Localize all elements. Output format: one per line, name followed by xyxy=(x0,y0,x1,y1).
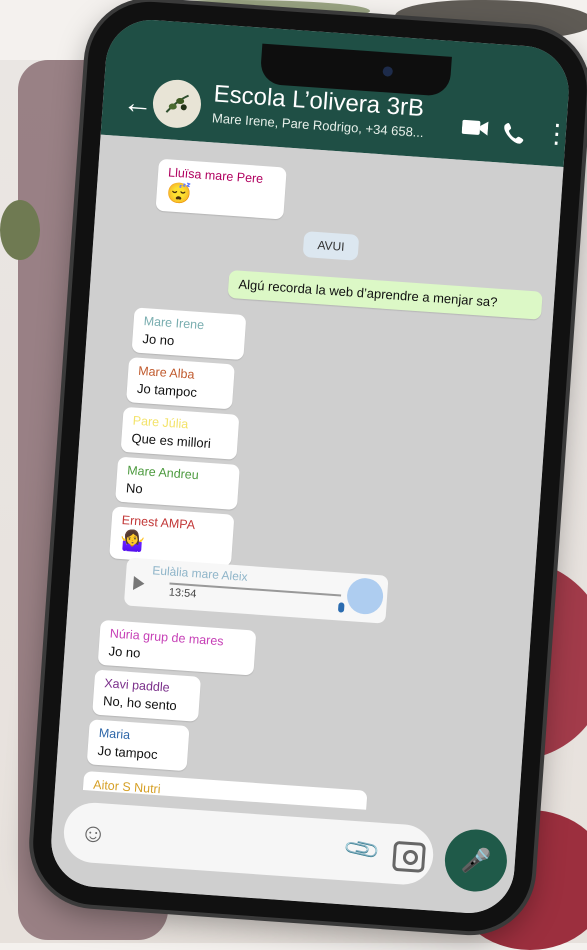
message-bubble: Pare Júlia Que es millori xyxy=(120,406,240,460)
microphone-icon[interactable]: 🎤 xyxy=(442,827,510,894)
play-icon[interactable] xyxy=(132,575,145,591)
voice-sender: Eulàlia mare Aleix xyxy=(151,563,249,584)
message-sender: Maria xyxy=(98,725,131,743)
camera-icon[interactable] xyxy=(392,840,427,873)
avatar xyxy=(345,576,385,616)
message-bubble: Xavi paddle No, ho sento xyxy=(92,669,202,722)
message-bubble: Núria grup de mares Jo no xyxy=(97,619,257,676)
message-text: Jo tampoc xyxy=(136,380,198,400)
video-camera-icon[interactable] xyxy=(461,118,489,143)
paperclip-icon[interactable]: 📎 xyxy=(342,830,383,871)
phone-screen: ← Escola L’olivera 3rB Mare Irene, Pare … xyxy=(48,16,572,917)
message-bubble: Mare Andreu No xyxy=(115,456,240,510)
message-bubble: Mare Irene Jo no xyxy=(131,307,247,361)
message-text: Que es millori xyxy=(131,430,212,452)
chat-area: Lluïsa mare Pere 😴 AVUI Algú recorda la … xyxy=(54,134,564,836)
voice-duration: 13:54 xyxy=(168,586,197,601)
arrow-left-icon[interactable]: ← xyxy=(122,86,154,121)
voice-message[interactable]: Eulàlia mare Aleix 13:54 xyxy=(123,557,389,624)
message-input[interactable]: ☺ 📎 xyxy=(61,800,436,887)
phone-icon[interactable] xyxy=(503,121,527,149)
emoji-icon[interactable]: ☺ xyxy=(79,817,108,850)
background-leaf xyxy=(0,200,40,260)
outgoing-message: Algú recorda la web d’aprendre a menjar … xyxy=(227,269,543,320)
group-avatar[interactable] xyxy=(151,78,203,130)
message-bubble: Lluïsa mare Pere 😴 xyxy=(155,158,287,220)
microphone-icon xyxy=(337,602,345,613)
front-camera xyxy=(382,66,394,77)
message-text: 😴 xyxy=(165,182,193,207)
message-text: Jo no xyxy=(141,331,175,349)
date-badge: AVUI xyxy=(302,231,360,261)
olive-branch-icon xyxy=(165,94,189,113)
message-text: Algú recorda la web d’aprendre a menjar … xyxy=(238,276,498,310)
message-text: No xyxy=(125,480,144,497)
message-bubble: Mare Alba Jo tampoc xyxy=(126,357,235,410)
message-bubble: Maria Jo tampoc xyxy=(86,719,190,772)
message-text: 🤷‍♀️ xyxy=(119,529,146,554)
message-text: No, ho sento xyxy=(102,693,178,714)
message-text: Jo tampoc xyxy=(97,742,159,763)
phone: ← Escola L’olivera 3rB Mare Irene, Pare … xyxy=(29,0,587,936)
message-bubble: Ernest AMPA 🤷‍♀️ xyxy=(109,506,235,567)
